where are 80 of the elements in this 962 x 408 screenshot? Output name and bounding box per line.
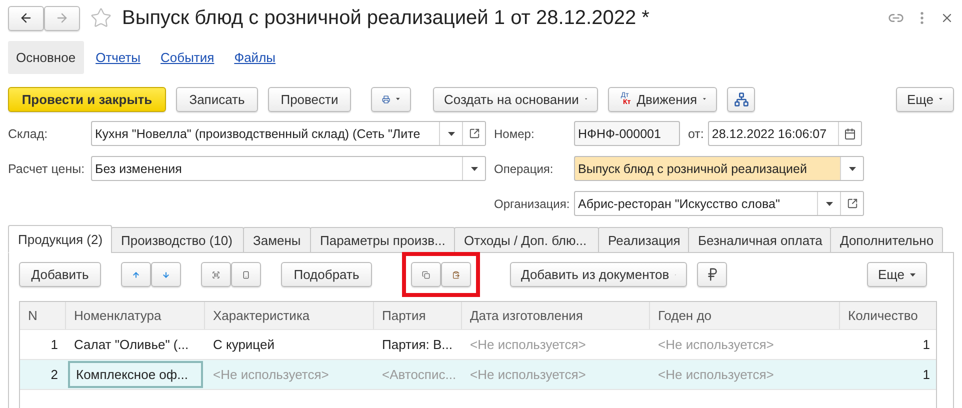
copy-button[interactable] (411, 262, 441, 287)
pick-button[interactable]: Подобрать (281, 262, 372, 287)
create-based-button[interactable]: Создать на основании (433, 86, 598, 112)
column-header[interactable]: Номенклатура (66, 302, 205, 329)
open-icon (468, 128, 480, 139)
calendar-icon (844, 128, 856, 140)
column-header[interactable]: Партия (374, 302, 462, 329)
table-cell: Комплексное оф... (68, 361, 203, 388)
table-row[interactable]: 2 Комплексное оф... <Не используется> <Автоспис... <Не используется> <Не используется> 1 (20, 360, 936, 390)
field-label: Склад: (8, 126, 49, 140)
back-button[interactable] (8, 6, 44, 30)
add-button[interactable]: Добавить (19, 262, 101, 287)
table-cell-text: 1 (922, 336, 931, 354)
scanner-button[interactable] (231, 262, 261, 287)
caret-icon (703, 97, 706, 101)
table-cell-text: <Не используется> (657, 366, 775, 384)
tab[interactable]: Продукция (2) (8, 225, 112, 253)
table-cell-text: Салат "Оливье" (... (73, 336, 190, 354)
table-cell-text: 1 (50, 336, 59, 354)
star-icon[interactable] (90, 7, 112, 29)
window-title: Выпуск блюд с розничной реализацией 1 от 28.12.2022 * (122, 6, 650, 30)
open-icon (846, 198, 858, 209)
table-cell-text: <Не используется> (212, 366, 330, 384)
column-header[interactable]: Дата изготовления (462, 302, 650, 329)
toolbar-button[interactable]: Провести (268, 86, 351, 112)
move-up-button[interactable] (121, 262, 151, 287)
nav-link[interactable]: Отчеты (88, 40, 149, 74)
structure-button[interactable] (727, 86, 755, 112)
column-header[interactable]: Количество (840, 302, 936, 329)
field-label: от: (687, 126, 705, 140)
input-field[interactable]: 28.12.2022 16:06:07 (708, 121, 862, 146)
tab[interactable]: Реализация (598, 227, 689, 253)
tab[interactable]: Отходы / Доп. блю... (454, 227, 599, 253)
caret-icon (910, 272, 916, 276)
move-down-button[interactable] (151, 262, 181, 287)
toolbar-button[interactable]: Записать (176, 86, 258, 112)
more-button[interactable]: Еще (896, 86, 954, 112)
field-label: Операция: (493, 162, 554, 176)
nav-link[interactable]: События (152, 40, 222, 74)
table-cell-text: 2 (50, 366, 59, 384)
column-header[interactable]: N (20, 302, 66, 329)
table-cell-text: С курицей (212, 336, 276, 354)
caret-icon (848, 166, 856, 170)
tab[interactable]: Параметры произв... (310, 227, 455, 253)
barcode-search-button[interactable] (201, 262, 231, 287)
input-field[interactable]: Выпуск блюд с розничной реализацией (574, 156, 864, 181)
table-cell-text: <Не используется> (469, 366, 587, 384)
tab[interactable]: Дополнительно (830, 227, 943, 253)
column-header[interactable]: Характеристика (205, 302, 374, 329)
column-header[interactable]: Годен до (650, 302, 840, 329)
field-label: Организация: (493, 196, 571, 210)
ruble-button[interactable] (697, 262, 727, 287)
more-button[interactable]: Еще (867, 262, 927, 287)
input-field[interactable]: НФНФ-000001 (574, 121, 680, 146)
hierarchy-icon (734, 92, 748, 106)
input-field[interactable]: Без изменения (91, 156, 486, 181)
tab[interactable]: Безналичная оплата (688, 227, 831, 253)
caret-icon (470, 166, 478, 170)
print-button[interactable] (371, 86, 411, 112)
paste-button[interactable] (441, 262, 471, 287)
nav-link[interactable]: Файлы (226, 40, 284, 74)
table-cell-text: <Не используется> (469, 336, 587, 354)
table-cell-text: <Автоспис... (381, 366, 458, 384)
post-and-close-button[interactable]: Провести и закрыть (8, 86, 166, 112)
tab[interactable]: Производство (10) (111, 227, 244, 253)
input-field[interactable]: Абрис-ресторан "Искусство слова" (574, 191, 864, 216)
caret-icon (826, 202, 832, 206)
field-label: Расчет цены: (8, 162, 86, 176)
caret-icon (939, 97, 943, 101)
caret-icon (448, 132, 454, 136)
field-label: Номер: (493, 126, 536, 140)
input-field[interactable]: Кухня "Новелла" (производственный склад) (Сеть "Лите (91, 121, 486, 146)
table-cell-text: <Не используется> (657, 336, 775, 354)
add-from-documents-button[interactable]: Добавить из документов (510, 262, 687, 287)
nav-link[interactable]: Основное (8, 40, 84, 74)
caret-icon (396, 97, 400, 101)
table-cell-text: Партия: В... (381, 336, 454, 354)
close-icon[interactable] (940, 11, 954, 25)
tab[interactable]: Замены (243, 227, 311, 253)
table-cell-text: 1 (922, 366, 931, 384)
